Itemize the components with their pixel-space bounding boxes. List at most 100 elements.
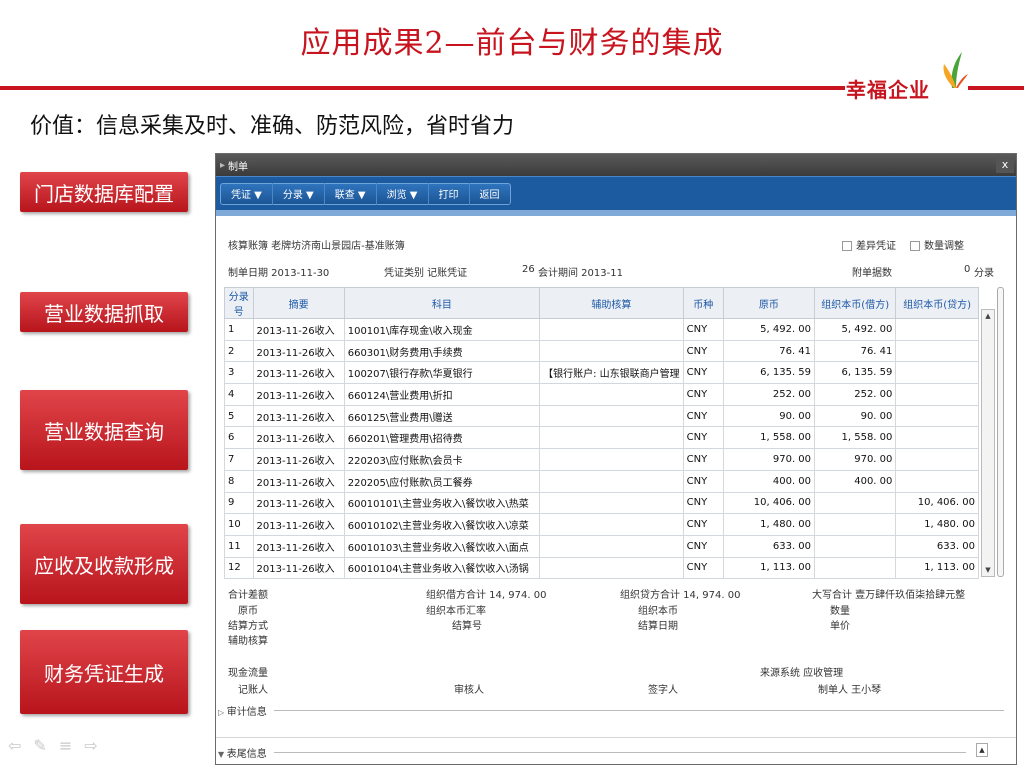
column-header[interactable]: 分录号 (224, 287, 254, 319)
table-cell[interactable]: 660301\财务费用\手续费 (343, 339, 541, 363)
table-cell[interactable]: CNY (682, 513, 724, 536)
column-header[interactable]: 摘要 (252, 287, 345, 319)
table-cell[interactable]: CNY (682, 318, 724, 341)
table-cell[interactable]: 2013-11-26收入 (252, 383, 345, 406)
table-cell[interactable] (895, 426, 979, 450)
table-cell[interactable]: 90. 00 (722, 404, 816, 428)
table-cell[interactable]: 3 (224, 361, 254, 385)
table-cell[interactable] (895, 339, 979, 363)
close-button[interactable]: x (996, 157, 1014, 173)
sales-data-fetch-button[interactable]: 营业数据抓取 (20, 292, 188, 332)
table-cell[interactable] (539, 491, 684, 515)
table-cell[interactable]: 633. 00 (722, 534, 816, 558)
table-cell[interactable] (814, 556, 897, 580)
table-cell[interactable]: 4 (224, 383, 254, 406)
table-cell[interactable]: 2013-11-26收入 (252, 534, 345, 558)
table-row[interactable]: 9 2013-11-26收入 60010101\主营业务收入\餐饮收入\热菜 CNY 1… (224, 491, 979, 515)
table-cell[interactable]: 2 (224, 339, 254, 363)
browse-menu-button[interactable]: 浏览 ▼ (377, 182, 429, 205)
table-row[interactable]: 5 2013-11-26收入 660125\营业费用\赠送 CNY 90. 00 90. … (224, 404, 979, 428)
table-row[interactable]: 10 2013-11-26收入 60010102\主营业务收入\餐饮收入\凉菜 CNY… (224, 513, 979, 536)
table-cell[interactable]: 11 (224, 534, 254, 558)
arrow-right-icon[interactable]: ⇨ (84, 736, 97, 755)
table-cell[interactable]: 76. 41 (814, 339, 897, 363)
table-cell[interactable] (539, 534, 684, 558)
table-cell[interactable]: 9 (224, 491, 254, 515)
table-cell[interactable] (539, 448, 684, 471)
table-cell[interactable]: 400. 00 (814, 469, 897, 493)
table-row[interactable]: 6 2013-11-26收入 660201\管理费用\招待费 CNY 1, 558. 0… (224, 426, 979, 450)
table-cell[interactable]: CNY (682, 469, 724, 493)
table-cell[interactable]: 12 (224, 556, 254, 580)
audit-info-toggle[interactable]: ▷ 审计信息 (218, 703, 267, 718)
scroll-stepper-icon[interactable]: ▲ (976, 743, 988, 757)
diff-voucher-checkbox[interactable]: 差异凭证 (842, 237, 896, 252)
qty-adjust-checkbox[interactable]: 数量调整 (910, 237, 964, 252)
table-cell[interactable]: 60010102\主营业务收入\餐饮收入\凉菜 (343, 513, 541, 536)
table-cell[interactable]: 10, 406. 00 (895, 491, 979, 515)
table-cell[interactable] (539, 426, 684, 450)
table-cell[interactable]: 1 (224, 318, 254, 341)
table-cell[interactable]: CNY (682, 361, 724, 385)
table-cell[interactable]: 2013-11-26收入 (252, 556, 345, 580)
table-cell[interactable]: 5 (224, 404, 254, 428)
table-cell[interactable] (895, 448, 979, 471)
outer-scrollbar[interactable] (997, 287, 1004, 577)
column-header[interactable]: 组织本币(贷方) (895, 287, 979, 319)
table-cell[interactable]: 970. 00 (814, 448, 897, 471)
column-header[interactable]: 组织本币(借方) (814, 287, 897, 319)
table-cell[interactable]: 60010104\主营业务收入\餐饮收入\汤锅 (343, 556, 541, 580)
table-cell[interactable]: 2013-11-26收入 (252, 318, 345, 341)
table-cell[interactable]: 660124\营业费用\折扣 (343, 383, 541, 406)
table-cell[interactable]: 6, 135. 59 (722, 361, 816, 385)
table-cell[interactable]: 2013-11-26收入 (252, 491, 345, 515)
table-cell[interactable]: 1, 113. 00 (895, 556, 979, 580)
table-cell[interactable]: 2013-11-26收入 (252, 426, 345, 450)
voucher-menu-button[interactable]: 凭证 ▼ (221, 182, 273, 205)
table-cell[interactable] (539, 318, 684, 341)
table-row[interactable]: 2 2013-11-26收入 660301\财务费用\手续费 CNY 76. 41 76.… (224, 339, 979, 363)
table-cell[interactable] (895, 361, 979, 385)
table-cell[interactable]: 2013-11-26收入 (252, 339, 345, 363)
table-cell[interactable]: 1, 480. 00 (895, 513, 979, 536)
table-cell[interactable]: 7 (224, 448, 254, 471)
table-cell[interactable]: 1, 558. 00 (722, 426, 816, 450)
table-cell[interactable]: CNY (682, 534, 724, 558)
linked-query-button[interactable]: 联查 ▼ (325, 182, 377, 205)
table-cell[interactable] (895, 404, 979, 428)
table-cell[interactable]: CNY (682, 383, 724, 406)
table-cell[interactable]: CNY (682, 404, 724, 428)
table-cell[interactable]: 60010103\主营业务收入\餐饮收入\面点 (343, 534, 541, 558)
table-row[interactable]: 7 2013-11-26收入 220203\应付账款\会员卡 CNY 970. 00 97… (224, 448, 979, 471)
table-cell[interactable]: 10 (224, 513, 254, 536)
column-header[interactable]: 原币 (722, 287, 816, 319)
table-cell[interactable]: 1, 558. 00 (814, 426, 897, 450)
table-cell[interactable]: CNY (682, 556, 724, 580)
table-cell[interactable] (814, 534, 897, 558)
table-cell[interactable] (895, 318, 979, 341)
menu-icon[interactable]: ≡ (59, 736, 72, 755)
table-cell[interactable]: 6, 135. 59 (814, 361, 897, 385)
table-cell[interactable]: 8 (224, 469, 254, 493)
table-cell[interactable]: 5, 492. 00 (722, 318, 816, 341)
table-cell[interactable] (539, 383, 684, 406)
table-scrollbar[interactable]: ▲ ▼ (981, 309, 995, 577)
column-header[interactable]: 币种 (682, 287, 724, 319)
table-cell[interactable]: 【银行账户: 山东银联商户管理 (539, 361, 684, 385)
voucher-generate-button[interactable]: 财务凭证生成 (20, 630, 188, 714)
entry-menu-button[interactable]: 分录 ▼ (273, 182, 325, 205)
table-cell[interactable]: CNY (682, 339, 724, 363)
table-cell[interactable]: 660201\管理费用\招待费 (343, 426, 541, 450)
table-cell[interactable]: 252. 00 (814, 383, 897, 406)
table-cell[interactable]: 1, 113. 00 (722, 556, 816, 580)
table-cell[interactable]: 100207\银行存款\华夏银行 (343, 361, 541, 385)
table-cell[interactable]: 220203\应付账款\会员卡 (343, 448, 541, 471)
print-button[interactable]: 打印 (429, 182, 470, 205)
column-header[interactable]: 辅助核算 (539, 287, 684, 319)
table-cell[interactable]: 90. 00 (814, 404, 897, 428)
table-cell[interactable]: 76. 41 (722, 339, 816, 363)
table-cell[interactable]: 60010101\主营业务收入\餐饮收入\热菜 (343, 491, 541, 515)
table-cell[interactable] (539, 513, 684, 536)
table-row[interactable]: 12 2013-11-26收入 60010104\主营业务收入\餐饮收入\汤锅 CNY… (224, 556, 979, 580)
table-row[interactable]: 3 2013-11-26收入 100207\银行存款\华夏银行 【银行账户: 山东银联… (224, 361, 979, 385)
